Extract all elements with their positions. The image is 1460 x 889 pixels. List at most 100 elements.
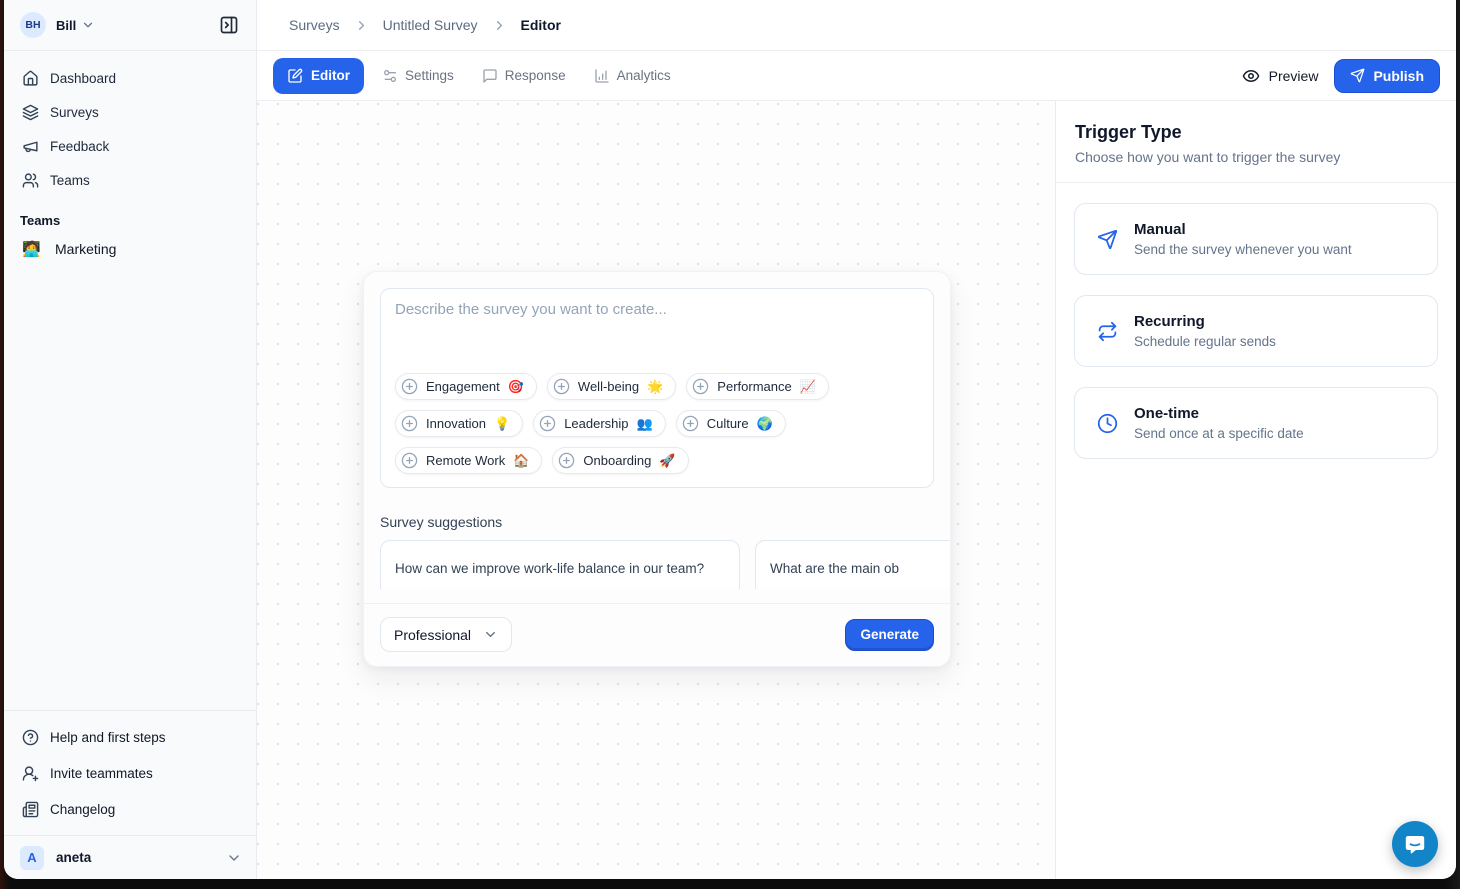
preview-button[interactable]: Preview — [1242, 67, 1319, 85]
tone-select[interactable]: Professional — [380, 617, 512, 652]
technologist-emoji-icon: 🧑‍💻 — [22, 240, 40, 258]
trigger-option-one-time[interactable]: One-time Send once at a specific date — [1074, 387, 1438, 459]
tab-analytics[interactable]: Analytics — [584, 58, 681, 94]
topic-chip-onboarding[interactable]: Onboarding 🚀 — [552, 447, 688, 474]
chip-label: Engagement — [426, 379, 500, 394]
trigger-option-recurring[interactable]: Recurring Schedule regular sends — [1074, 295, 1438, 367]
app-window: BH Bill Dashboard — [4, 0, 1456, 879]
sidebar-item-changelog[interactable]: Changelog — [12, 791, 248, 827]
sidebar-footer-nav: Help and first steps Invite teammates Ch… — [4, 710, 256, 831]
option-description: Schedule regular sends — [1134, 334, 1276, 349]
chart-increasing-emoji-icon: 📈 — [800, 379, 816, 395]
survey-prompt-box: Engagement 🎯 Well-being 🌟 — [380, 288, 934, 488]
plus-circle-icon — [553, 378, 570, 395]
option-title: Manual — [1134, 221, 1352, 238]
screen: BH Bill Dashboard — [0, 0, 1460, 889]
sidebar-item-label: Feedback — [50, 139, 109, 154]
publish-button[interactable]: Publish — [1334, 59, 1440, 93]
sidebar-spacer — [4, 264, 256, 710]
topic-chip-innovation[interactable]: Innovation 💡 — [395, 410, 523, 437]
topic-chip-engagement[interactable]: Engagement 🎯 — [395, 373, 537, 400]
sidebar: BH Bill Dashboard — [4, 0, 257, 879]
main-column: Surveys Untitled Survey Editor Editor — [257, 0, 1456, 879]
publish-label: Publish — [1373, 68, 1424, 84]
generate-button[interactable]: Generate — [845, 619, 934, 651]
sidebar-item-feedback[interactable]: Feedback — [12, 129, 248, 163]
trigger-panel-header: Trigger Type Choose how you want to trig… — [1056, 101, 1456, 183]
house-emoji-icon: 🏠 — [513, 453, 529, 469]
breadcrumb-surveys[interactable]: Surveys — [289, 17, 340, 33]
chip-label: Well-being — [578, 379, 639, 394]
light-bulb-emoji-icon: 💡 — [494, 416, 510, 432]
users-icon — [22, 172, 39, 189]
option-text: One-time Send once at a specific date — [1134, 405, 1304, 441]
dart-emoji-icon: 🎯 — [508, 379, 524, 395]
megaphone-icon — [22, 138, 39, 155]
suggestion-card[interactable]: What are the main ob — [755, 540, 951, 589]
workspace-switcher[interactable]: BH Bill — [4, 0, 256, 51]
suggestions-row: How can we improve work-life balance in … — [380, 540, 951, 589]
trigger-option-list: Manual Send the survey whenever you want… — [1056, 183, 1456, 479]
eye-icon — [1242, 67, 1260, 85]
plus-circle-icon — [558, 452, 575, 469]
preview-label: Preview — [1269, 68, 1319, 84]
sidebar-item-surveys[interactable]: Surveys — [12, 95, 248, 129]
trigger-option-manual[interactable]: Manual Send the survey whenever you want — [1074, 203, 1438, 275]
send-icon — [1097, 229, 1118, 250]
survey-description-input[interactable] — [395, 301, 919, 373]
toolbar-actions: Preview Publish — [1242, 59, 1440, 93]
user-plus-icon — [22, 765, 39, 782]
rocket-emoji-icon: 🚀 — [659, 453, 675, 469]
topic-chip-performance[interactable]: Performance 📈 — [686, 373, 829, 400]
breadcrumb: Surveys Untitled Survey Editor — [257, 0, 1456, 51]
glowing-star-emoji-icon: 🌟 — [647, 379, 663, 395]
send-icon — [1350, 68, 1365, 83]
plus-circle-icon — [692, 378, 709, 395]
sidebar-item-label: Dashboard — [50, 71, 116, 86]
message-square-icon — [482, 68, 498, 84]
team-label: Marketing — [55, 241, 116, 257]
option-title: One-time — [1134, 405, 1304, 422]
editor-canvas[interactable]: Engagement 🎯 Well-being 🌟 — [257, 101, 1055, 879]
plus-circle-icon — [401, 452, 418, 469]
panel-toggle-icon — [219, 15, 239, 35]
teams-section-header: Teams — [4, 197, 256, 234]
breadcrumb-survey-name[interactable]: Untitled Survey — [383, 17, 478, 33]
repeat-icon — [1097, 321, 1118, 342]
clock-icon — [1097, 413, 1118, 434]
chip-label: Leadership — [564, 416, 628, 431]
workspace-name: Bill — [56, 18, 76, 33]
sidebar-collapse-button[interactable] — [214, 10, 244, 40]
sidebar-item-label: Changelog — [50, 802, 115, 817]
plus-circle-icon — [682, 415, 699, 432]
option-description: Send the survey whenever you want — [1134, 242, 1352, 257]
tab-editor[interactable]: Editor — [273, 58, 364, 94]
user-menu[interactable]: A aneta — [4, 835, 256, 879]
sidebar-item-label: Surveys — [50, 105, 99, 120]
sidebar-item-help[interactable]: Help and first steps — [12, 719, 248, 755]
option-text: Manual Send the survey whenever you want — [1134, 221, 1352, 257]
panel-subtitle: Choose how you want to trigger the surve… — [1075, 149, 1437, 165]
tab-response[interactable]: Response — [472, 58, 576, 94]
home-icon — [22, 70, 39, 87]
sidebar-team-marketing[interactable]: 🧑‍💻 Marketing — [12, 234, 248, 264]
breadcrumb-current-page: Editor — [521, 17, 561, 33]
sidebar-item-invite-teammates[interactable]: Invite teammates — [12, 755, 248, 791]
tab-settings[interactable]: Settings — [372, 58, 464, 94]
topic-chip-culture[interactable]: Culture 🌍 — [676, 410, 786, 437]
option-title: Recurring — [1134, 313, 1276, 330]
topic-chip-well-being[interactable]: Well-being 🌟 — [547, 373, 676, 400]
square-pen-icon — [287, 68, 303, 84]
chip-label: Innovation — [426, 416, 486, 431]
sidebar-item-teams[interactable]: Teams — [12, 163, 248, 197]
busts-emoji-icon: 👥 — [637, 416, 653, 432]
chevron-right-icon — [354, 18, 369, 33]
tab-label: Editor — [311, 68, 350, 83]
topic-chip-remote-work[interactable]: Remote Work 🏠 — [395, 447, 542, 474]
chip-label: Performance — [717, 379, 791, 394]
topic-chip-leadership[interactable]: Leadership 👥 — [533, 410, 666, 437]
suggestion-card[interactable]: How can we improve work-life balance in … — [380, 540, 740, 589]
chat-launcher-button[interactable] — [1392, 821, 1438, 867]
editor-toolbar: Editor Settings Response — [257, 51, 1456, 101]
sidebar-item-dashboard[interactable]: Dashboard — [12, 61, 248, 95]
